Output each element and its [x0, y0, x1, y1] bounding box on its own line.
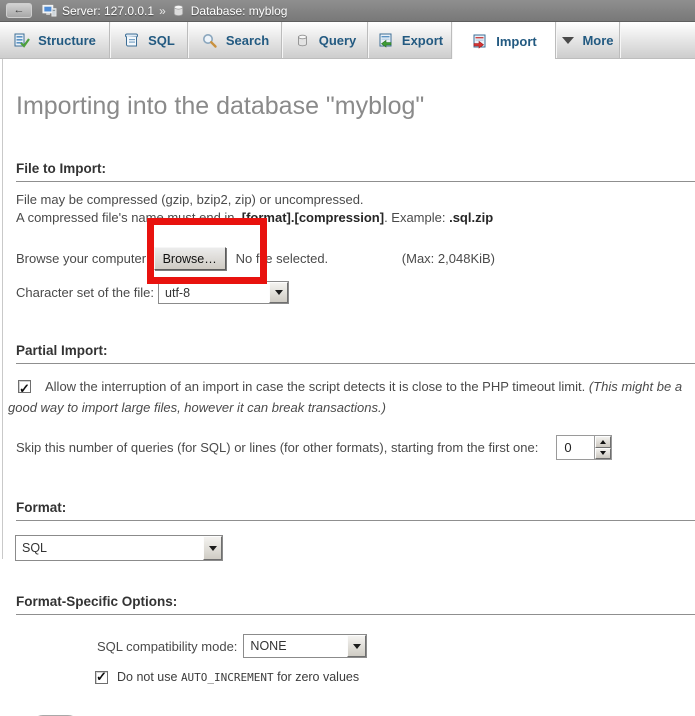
tab-query[interactable]: Query: [282, 22, 368, 58]
dropdown-arrow-icon[interactable]: [347, 635, 366, 657]
sql-compatibility-label: SQL compatibility mode:: [97, 639, 237, 654]
format-select-value: SQL: [16, 541, 203, 555]
browse-row: Browse your computer: Browse… No file se…: [16, 247, 695, 270]
tab-sql[interactable]: SQL: [110, 22, 188, 58]
charset-select-value: utf-8: [159, 286, 269, 300]
tab-more-label: More: [582, 33, 613, 48]
breadcrumb-bar: ← Server: 127.0.0.1 » Database: myblog: [0, 0, 695, 22]
page-title: Importing into the database "myblog": [0, 59, 695, 121]
tab-sql-label: SQL: [148, 33, 175, 48]
tab-structure[interactable]: Structure: [0, 22, 110, 58]
section-heading-partial-import: Partial Import:: [16, 343, 695, 364]
charset-label: Character set of the file:: [16, 285, 154, 300]
charset-select[interactable]: utf-8: [158, 281, 289, 304]
back-button[interactable]: ←: [6, 3, 32, 18]
allow-interruption-label: Allow the interruption of an import in c…: [45, 379, 589, 394]
tab-export[interactable]: Export: [368, 22, 452, 58]
tab-import-label: Import: [496, 34, 536, 49]
tab-search[interactable]: Search: [188, 22, 282, 58]
sql-compatibility-value: NONE: [244, 639, 347, 653]
search-icon: [201, 32, 218, 49]
section-heading-format-specific: Format-Specific Options:: [16, 594, 695, 615]
chevron-down-icon: [562, 37, 574, 44]
auto-increment-row: ✓ Do not use AUTO_INCREMENT for zero val…: [95, 670, 695, 684]
server-icon: [42, 3, 57, 18]
sql-icon: [123, 32, 140, 49]
tab-export-label: Export: [402, 33, 443, 48]
skip-queries-row: Skip this number of queries (for SQL) or…: [16, 435, 695, 460]
sql-compatibility-row: SQL compatibility mode: NONE: [97, 634, 695, 658]
tab-import[interactable]: Import: [452, 22, 556, 60]
sql-compatibility-select[interactable]: NONE: [243, 634, 367, 658]
breadcrumb-server[interactable]: Server: 127.0.0.1: [62, 4, 154, 18]
auto-increment-checkbox[interactable]: ✓: [95, 671, 108, 684]
query-icon: [294, 32, 311, 49]
database-icon: [171, 3, 186, 18]
allow-interruption-checkbox[interactable]: ✓: [18, 380, 31, 393]
section-heading-format: Format:: [16, 500, 695, 521]
section-heading-file-to-import: File to Import:: [16, 161, 695, 182]
breadcrumb-separator: »: [159, 4, 166, 18]
tab-query-label: Query: [319, 33, 357, 48]
max-size-text: (Max: 2,048KiB): [402, 251, 495, 266]
tab-more[interactable]: More: [556, 22, 620, 58]
dropdown-arrow-icon[interactable]: [269, 282, 288, 303]
format-select[interactable]: SQL: [15, 535, 223, 561]
browse-button[interactable]: Browse…: [154, 247, 226, 270]
skip-queries-value: 0: [557, 436, 594, 459]
checkmark-icon: ✓: [19, 378, 30, 399]
spinner-up-button[interactable]: [595, 436, 611, 448]
tab-bar: Structure SQL Search Query Expor: [0, 22, 695, 59]
content-left-border: [2, 59, 3, 559]
breadcrumb: Server: 127.0.0.1 » Database: myblog: [42, 3, 287, 18]
dropdown-arrow-icon[interactable]: [203, 536, 222, 560]
tab-search-label: Search: [226, 33, 269, 48]
checkmark-icon: ✓: [96, 669, 107, 685]
no-file-selected-text: No file selected.: [236, 251, 329, 266]
export-icon: [377, 32, 394, 49]
tab-structure-label: Structure: [38, 33, 96, 48]
main-content: Importing into the database "myblog" Fil…: [0, 59, 695, 716]
browse-label: Browse your computer:: [16, 251, 150, 266]
compression-info: File may be compressed (gzip, bzip2, zip…: [16, 191, 695, 227]
spinner-down-button[interactable]: [595, 448, 611, 460]
breadcrumb-database[interactable]: Database: myblog: [191, 4, 288, 18]
tabbar-filler: [620, 22, 695, 58]
skip-queries-spinner[interactable]: 0: [556, 435, 612, 460]
skip-queries-label: Skip this number of queries (for SQL) or…: [16, 440, 538, 455]
allow-interruption-option: ✓ Allow the interruption of an import in …: [8, 376, 690, 418]
charset-row: Character set of the file: utf-8: [16, 281, 695, 304]
auto-increment-label: Do not use AUTO_INCREMENT for zero value…: [117, 670, 359, 684]
import-icon: [471, 33, 488, 50]
structure-icon: [13, 32, 30, 49]
